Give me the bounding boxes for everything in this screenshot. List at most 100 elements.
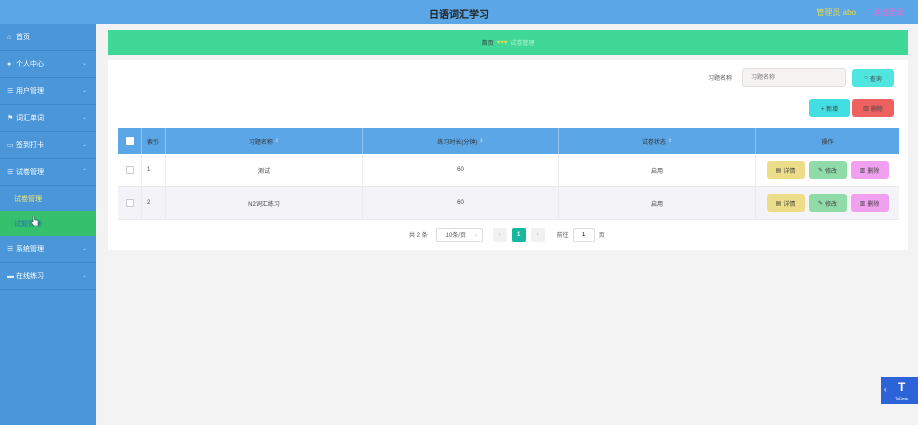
breadcrumb-home[interactable]: 首页 <box>482 38 494 47</box>
header-name-label: 习题名称 <box>248 139 273 146</box>
user-icon: ● <box>7 60 12 68</box>
sidebar-item-label: 首页 <box>16 34 30 41</box>
chevron-down-icon: ⌄ <box>81 142 87 148</box>
batch-delete-button[interactable]: ▥ 删除 <box>852 99 894 117</box>
sort-icon: ⇕ <box>274 138 280 144</box>
sidebar-item-label: 签到打卡 <box>16 142 44 149</box>
search-label: 习题名称 <box>708 76 733 82</box>
flag-icon: ⚑ <box>7 115 14 122</box>
top-bar: 日语词汇学习 管理员 abo 退出登录 <box>0 0 918 24</box>
logout-link[interactable]: 退出登录 <box>872 7 904 18</box>
cell-status: 启用 <box>559 154 756 186</box>
users-icon: ☰ <box>7 88 14 95</box>
chevron-down-icon: ⌄ <box>81 273 87 279</box>
sidebar-item-vocab[interactable]: ⚑ 词汇单词 ⌄ <box>0 105 96 132</box>
cell-length: 60 <box>363 187 559 219</box>
sidebar-item-label: 试卷管理 <box>16 169 44 176</box>
sidebar-item-practice[interactable]: ▬ 在线练习 ⌄ <box>0 263 96 290</box>
row-checkbox[interactable] <box>125 199 134 207</box>
select-all-cell <box>118 128 142 154</box>
header-index: 索引 <box>142 128 166 154</box>
detail-button[interactable]: ▤ 详情 <box>766 194 805 212</box>
cell-name: 测试 <box>166 154 363 186</box>
cell-index: 1 <box>142 154 166 186</box>
edit-label: 修改 <box>825 168 838 175</box>
delete-button[interactable]: ▥ 删除 <box>850 161 889 179</box>
chevron-down-icon: ⌄ <box>81 246 87 252</box>
detail-label: 详情 <box>783 201 796 208</box>
search-button[interactable]: ○ 查询 <box>852 69 894 87</box>
trash-icon: ▥ <box>859 200 866 207</box>
header-name[interactable]: 习题名称 ⇕ <box>166 128 363 154</box>
settings-icon: ☰ <box>7 246 14 253</box>
row-checkbox-cell <box>118 187 142 219</box>
sidebar-item-home[interactable]: ⌂ 首页 <box>0 24 96 51</box>
sidebar-item-system[interactable]: ☰ 系统管理 ⌄ <box>0 236 96 263</box>
mouse-cursor-icon <box>31 216 39 226</box>
sidebar-item-label: 词汇单词 <box>16 115 44 122</box>
sidebar-item-users[interactable]: ☰ 用户管理 ⌄ <box>0 78 96 105</box>
row-checkbox-cell <box>118 154 142 186</box>
edit-button[interactable]: ✎ 修改 <box>808 161 847 179</box>
goto-page-input[interactable] <box>572 227 595 242</box>
search-icon: ○ <box>864 75 868 81</box>
chevron-down-icon: ⌄ <box>81 115 87 121</box>
table-row: 1 测试 60 启用 ▤ 详情 ✎ 修改 ▥ 删除 <box>118 154 899 187</box>
breadcrumb: 首页 ♥♥♥ 试卷管理 <box>108 30 908 55</box>
header-ops: 操作 <box>821 139 834 146</box>
page-size-select[interactable]: 10条/页 ⌄ <box>435 227 483 242</box>
table-header: 索引 习题名称 ⇕ 练习时长(分钟) ⇕ 试卷状态 ⇕ 操作 <box>118 128 899 154</box>
header-length[interactable]: 练习时长(分钟) ⇕ <box>363 128 559 154</box>
edit-button[interactable]: ✎ 修改 <box>808 194 847 212</box>
search-button-label: 查询 <box>869 76 882 83</box>
todesk-widget[interactable]: ‹ T ToDesk <box>881 377 918 404</box>
heart-icon: ♥♥♥ <box>496 39 508 46</box>
page-number-current[interactable]: 1 <box>511 227 526 242</box>
chevron-down-icon: ⌄ <box>81 88 87 94</box>
sidebar-item-profile[interactable]: ● 个人中心 ⌄ <box>0 51 96 78</box>
header-length-label: 练习时长(分钟) <box>437 139 478 146</box>
chat-icon: ▬ <box>7 272 14 280</box>
submenu-item-exam-manage[interactable]: 试卷管理 <box>0 186 96 211</box>
sidebar-item-label: 在线练习 <box>16 273 44 280</box>
sort-icon: ⇕ <box>667 138 673 144</box>
sidebar-item-exam[interactable]: ☰ 试卷管理 ⌃ <box>0 159 96 186</box>
chevron-down-icon: ⌄ <box>81 61 87 67</box>
edit-icon: ✎ <box>817 200 823 207</box>
todesk-label: ToDesk <box>895 396 909 401</box>
next-page-button[interactable]: › <box>530 227 545 242</box>
goto-suffix: 页 <box>598 233 605 239</box>
cell-length: 60 <box>363 154 559 186</box>
pagination: 共 2 条 10条/页 ⌄ ‹ 1 › 前往 页 <box>409 227 605 242</box>
delete-label: 删除 <box>867 201 880 208</box>
header-status[interactable]: 试卷状态 ⇕ <box>559 128 756 154</box>
pagination-total: 共 2 条 <box>409 233 428 239</box>
row-checkbox[interactable] <box>125 166 134 174</box>
sidebar-item-checkin[interactable]: ▭ 签到打卡 ⌄ <box>0 132 96 159</box>
submenu-item-question-manage[interactable]: 试题管理 <box>0 211 96 236</box>
cell-ops: ▤ 详情 ✎ 修改 ▥ 删除 <box>756 154 899 186</box>
cell-status: 启用 <box>559 187 756 219</box>
data-table: 索引 习题名称 ⇕ 练习时长(分钟) ⇕ 试卷状态 ⇕ 操作 1 测试 60 启用 ▤… <box>118 128 899 220</box>
admin-label: 管理员 abo <box>816 8 856 17</box>
batch-delete-label: 删除 <box>870 106 883 113</box>
search-input[interactable] <box>742 68 846 87</box>
add-button[interactable]: + 新增 <box>809 99 850 117</box>
todesk-logo-icon: T <box>898 380 906 394</box>
prev-page-button[interactable]: ‹ <box>492 227 507 242</box>
cell-ops: ▤ 详情 ✎ 修改 ▥ 删除 <box>756 187 899 219</box>
cell-index: 2 <box>142 187 166 219</box>
select-all-checkbox[interactable] <box>125 137 134 145</box>
detail-button[interactable]: ▤ 详情 <box>766 161 805 179</box>
breadcrumb-current: 试卷管理 <box>510 41 535 47</box>
table-row: 2 N2词汇练习 60 启用 ▤ 详情 ✎ 修改 ▥ 删除 <box>118 187 899 220</box>
trash-icon: ▥ <box>863 105 869 112</box>
header-status-label: 试卷状态 <box>641 139 666 146</box>
calendar-icon: ▭ <box>7 142 14 149</box>
delete-button[interactable]: ▥ 删除 <box>850 194 889 212</box>
edit-label: 修改 <box>825 201 838 208</box>
home-icon: ⌂ <box>7 33 12 41</box>
edit-icon: ✎ <box>817 167 823 174</box>
chevron-down-icon: ⌄ <box>473 231 478 238</box>
sidebar: ⌂ 首页 ● 个人中心 ⌄ ☰ 用户管理 ⌄ ⚑ 词汇单词 ⌄ ▭ 签到打卡 ⌄… <box>0 24 96 425</box>
